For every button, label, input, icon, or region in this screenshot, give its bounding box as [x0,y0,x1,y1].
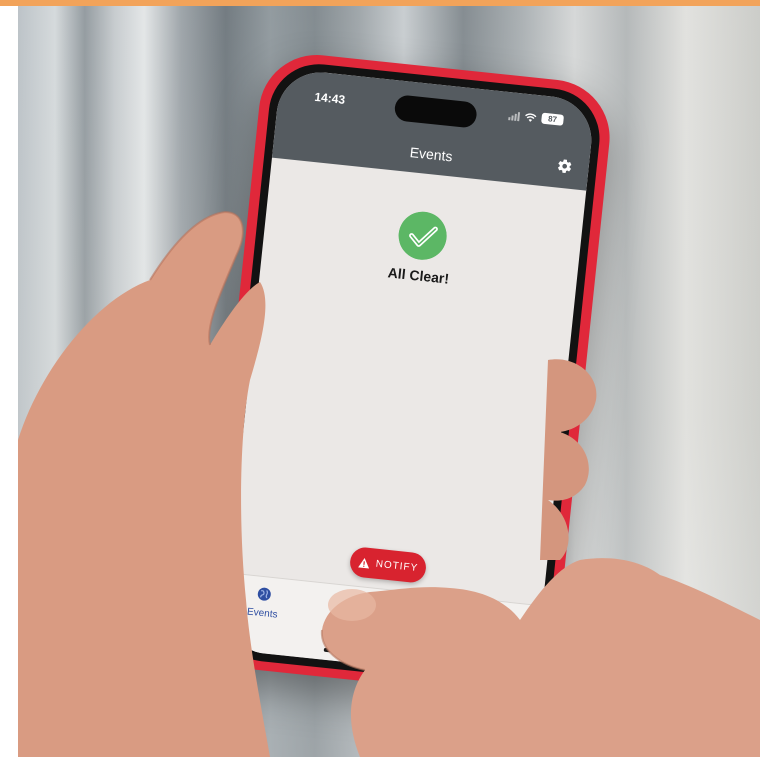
hands-illustration [18,210,760,757]
right-hand [321,558,760,757]
left-hand [18,212,270,757]
right-hand-fingers [540,359,597,560]
